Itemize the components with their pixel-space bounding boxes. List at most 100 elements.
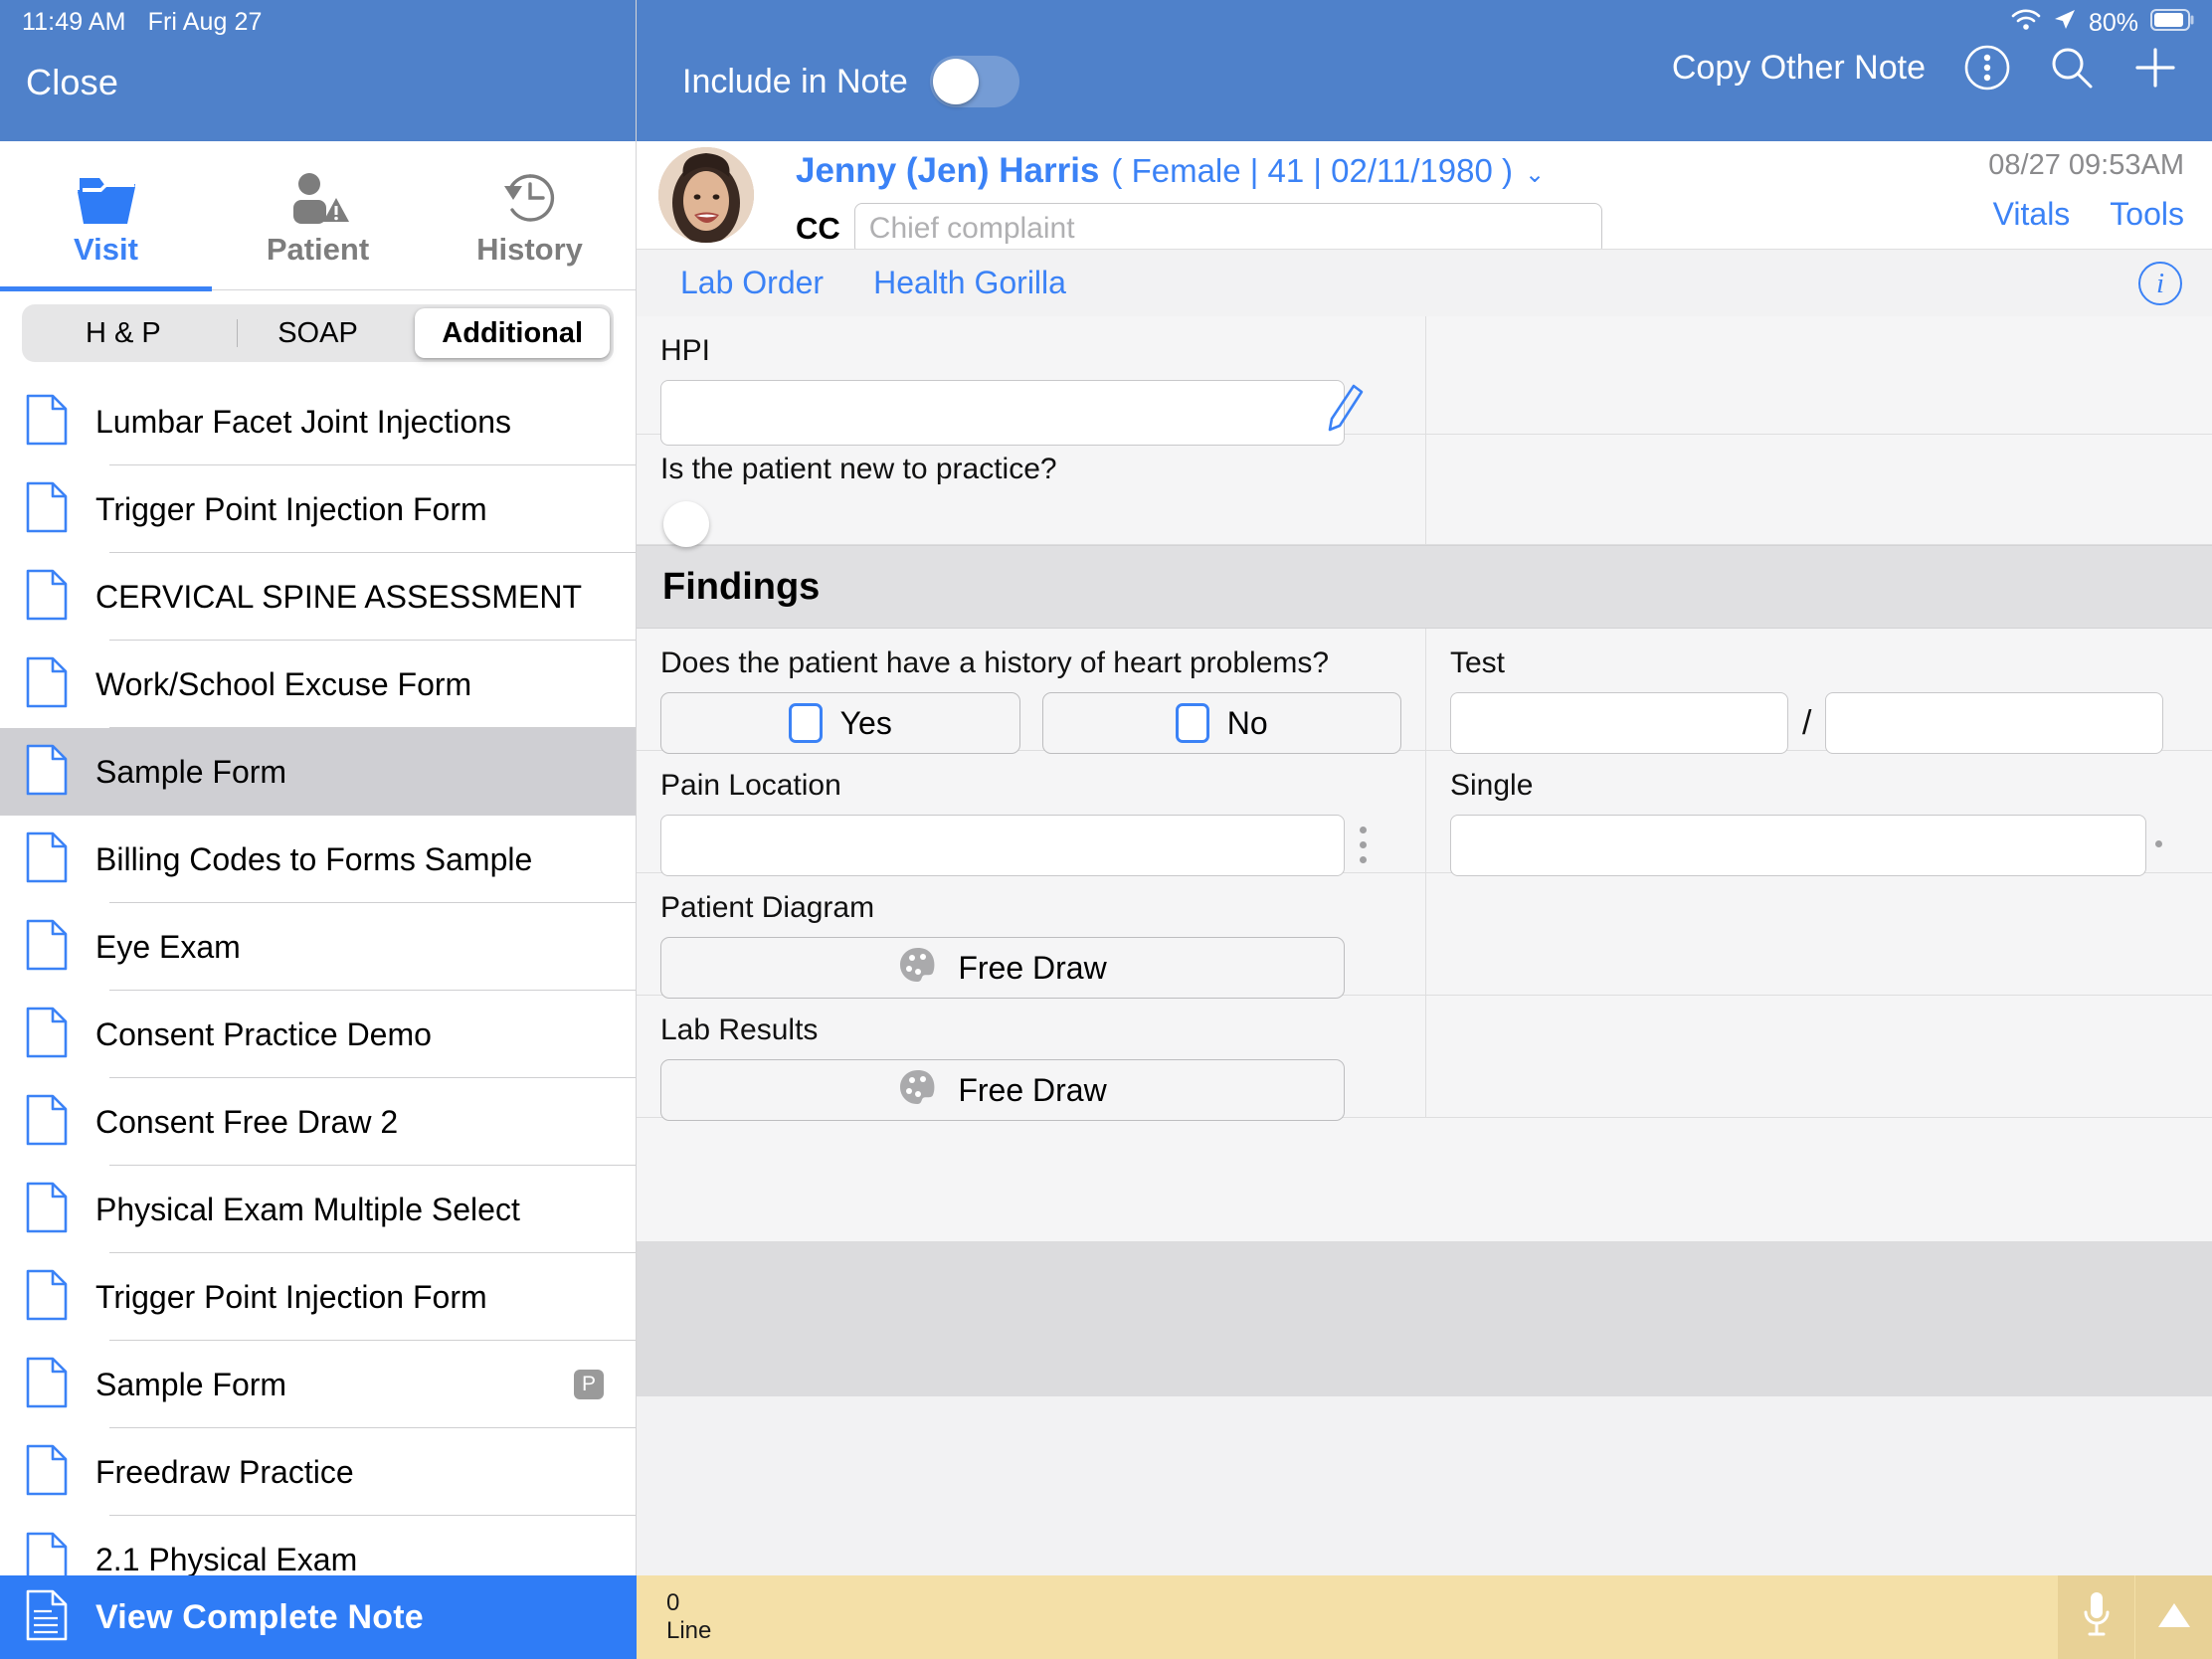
- tools-button[interactable]: Tools: [2110, 196, 2184, 233]
- search-icon[interactable]: [2049, 45, 2095, 91]
- form-list[interactable]: Lumbar Facet Joint Injections Trigger Po…: [0, 378, 636, 1659]
- list-item[interactable]: Trigger Point Injection Form: [0, 465, 636, 553]
- sidebar-tab-patient[interactable]: Patient: [212, 141, 424, 290]
- list-item-label: Trigger Point Injection Form: [95, 490, 487, 527]
- list-item[interactable]: Lumbar Facet Joint Injections: [0, 378, 636, 465]
- health-gorilla-button[interactable]: Health Gorilla: [873, 265, 1066, 301]
- microphone-icon: [2080, 1589, 2114, 1646]
- avatar: [658, 147, 754, 243]
- checkbox-icon[interactable]: [788, 703, 823, 743]
- chief-complaint-input[interactable]: [853, 203, 1602, 255]
- list-item[interactable]: Trigger Point Injection Form: [0, 1253, 636, 1341]
- hpi-cell-empty: [1426, 316, 2212, 434]
- pencil-icon[interactable]: [1322, 382, 1366, 443]
- patient-header: Jenny (Jen) Harris ( Female | 41 | 02/11…: [637, 141, 2212, 255]
- include-in-note-control[interactable]: Include in Note: [682, 56, 1019, 107]
- lab-results-cell: Lab Results Free Draw: [637, 996, 1426, 1121]
- test-separator: /: [1802, 703, 1812, 742]
- list-item-label: Billing Codes to Forms Sample: [95, 840, 533, 877]
- lab-results-label: Lab Results: [660, 1014, 819, 1046]
- plus-icon[interactable]: [2132, 45, 2178, 91]
- top-toolbar: 80% Include in Note Copy Other Note: [637, 0, 2212, 141]
- document-icon: [26, 481, 68, 538]
- list-item-label: Sample Form: [95, 1366, 287, 1402]
- patient-demographics[interactable]: ( Female | 41 | 02/11/1980 ): [1111, 152, 1513, 190]
- form-row-new-patient: Is the patient new to practice?: [637, 435, 2212, 547]
- list-item[interactable]: Consent Practice Demo: [0, 991, 636, 1078]
- list-item-selected[interactable]: Sample Form: [0, 728, 636, 816]
- patient-diagram-free-draw-button[interactable]: Free Draw: [660, 937, 1345, 999]
- vitals-button[interactable]: Vitals: [1993, 196, 2071, 233]
- patient-identity[interactable]: Jenny (Jen) Harris ( Female | 41 | 02/11…: [796, 151, 1545, 191]
- single-input[interactable]: [1450, 815, 2146, 876]
- test-input-left[interactable]: [1450, 692, 1788, 754]
- segment-hp[interactable]: H & P: [26, 308, 221, 358]
- clock-history-icon: [501, 164, 559, 226]
- form-row-heart-test: Does the patient have a history of heart…: [637, 629, 2212, 754]
- new-patient-cell: Is the patient new to practice?: [637, 435, 1426, 547]
- heart-problems-options: Yes No: [660, 692, 1401, 754]
- form-row-patient-diagram: Patient Diagram Free Draw: [637, 873, 2212, 999]
- triangle-up-icon: [2154, 1599, 2194, 1636]
- vertical-dots-icon[interactable]: [1360, 827, 1367, 863]
- wifi-icon: [2011, 9, 2041, 38]
- checkbox-icon[interactable]: [1175, 703, 1209, 743]
- heart-problems-no-option[interactable]: No: [1041, 692, 1401, 754]
- test-input-right[interactable]: [1825, 692, 2164, 754]
- list-item[interactable]: Eye Exam: [0, 903, 636, 991]
- form-row-lab-results: Lab Results Free Draw: [637, 996, 2212, 1121]
- heart-problems-no-label: No: [1226, 704, 1268, 741]
- list-item[interactable]: Consent Free Draw 2: [0, 1078, 636, 1166]
- patient-name[interactable]: Jenny (Jen) Harris: [796, 151, 1099, 191]
- include-in-note-toggle[interactable]: [929, 56, 1019, 107]
- form-grey-zone: [637, 1241, 2212, 1396]
- sidebar-tab-history[interactable]: History: [424, 141, 636, 290]
- dot-icon[interactable]: [2155, 840, 2162, 847]
- list-item[interactable]: Freedraw Practice: [0, 1428, 636, 1516]
- pain-location-input[interactable]: [660, 815, 1345, 876]
- list-item-label: Lumbar Facet Joint Injections: [95, 403, 511, 440]
- lab-results-free-draw-button[interactable]: Free Draw: [660, 1059, 1345, 1121]
- document-icon: [26, 569, 68, 626]
- new-patient-cell-empty: [1426, 435, 2212, 544]
- segment-soap[interactable]: SOAP: [221, 308, 416, 358]
- expand-button[interactable]: [2134, 1575, 2212, 1659]
- three-dots-vertical-circle-icon[interactable]: [1963, 44, 2011, 92]
- palette-icon: [898, 1068, 940, 1113]
- document-icon: [26, 831, 68, 888]
- chief-complaint-label: CC: [796, 211, 840, 246]
- close-button[interactable]: Close: [26, 62, 118, 103]
- document-icon: [26, 919, 68, 976]
- list-item[interactable]: Billing Codes to Forms Sample: [0, 816, 636, 903]
- sidebar: 11:49 AM Fri Aug 27 Close Visit Patient …: [0, 0, 637, 1659]
- sidebar-tab-patient-label: Patient: [266, 232, 370, 267]
- heart-problems-cell: Does the patient have a history of heart…: [637, 629, 1426, 754]
- copy-other-note-button[interactable]: Copy Other Note: [1672, 49, 1926, 88]
- list-item[interactable]: CERVICAL SPINE ASSESSMENT: [0, 553, 636, 641]
- test-inputs: /: [1450, 692, 2188, 754]
- segment-additional[interactable]: Additional: [415, 308, 611, 358]
- list-item[interactable]: Sample Form P: [0, 1341, 636, 1428]
- form-filler: [637, 1118, 2212, 1241]
- document-icon: [26, 1094, 68, 1151]
- heart-problems-yes-option[interactable]: Yes: [660, 692, 1020, 754]
- list-item[interactable]: Work/School Excuse Form: [0, 641, 636, 728]
- open-folder-icon: [76, 164, 137, 226]
- info-circle-icon[interactable]: i: [2138, 262, 2182, 305]
- microphone-button[interactable]: [2057, 1575, 2134, 1659]
- sidebar-tab-visit[interactable]: Visit: [0, 141, 212, 291]
- sidebar-tab-history-label: History: [476, 232, 583, 267]
- view-complete-note-button[interactable]: View Complete Note: [0, 1575, 637, 1659]
- line-count-value: 0: [666, 1589, 680, 1617]
- list-item-label: Trigger Point Injection Form: [95, 1278, 487, 1315]
- patient-diagram-label: Patient Diagram: [660, 891, 875, 924]
- test-label: Test: [1450, 646, 1506, 679]
- list-item[interactable]: Physical Exam Multiple Select: [0, 1166, 636, 1253]
- lab-order-button[interactable]: Lab Order: [680, 265, 824, 301]
- findings-section-header: Findings: [637, 545, 2212, 629]
- chevron-down-icon[interactable]: ⌄: [1525, 160, 1545, 189]
- document-icon: [26, 1269, 68, 1326]
- bottom-bar: 0 Line: [637, 1575, 2212, 1659]
- list-item-label: 2.1 Physical Exam: [95, 1541, 358, 1577]
- list-item-label: Consent Free Draw 2: [95, 1103, 399, 1140]
